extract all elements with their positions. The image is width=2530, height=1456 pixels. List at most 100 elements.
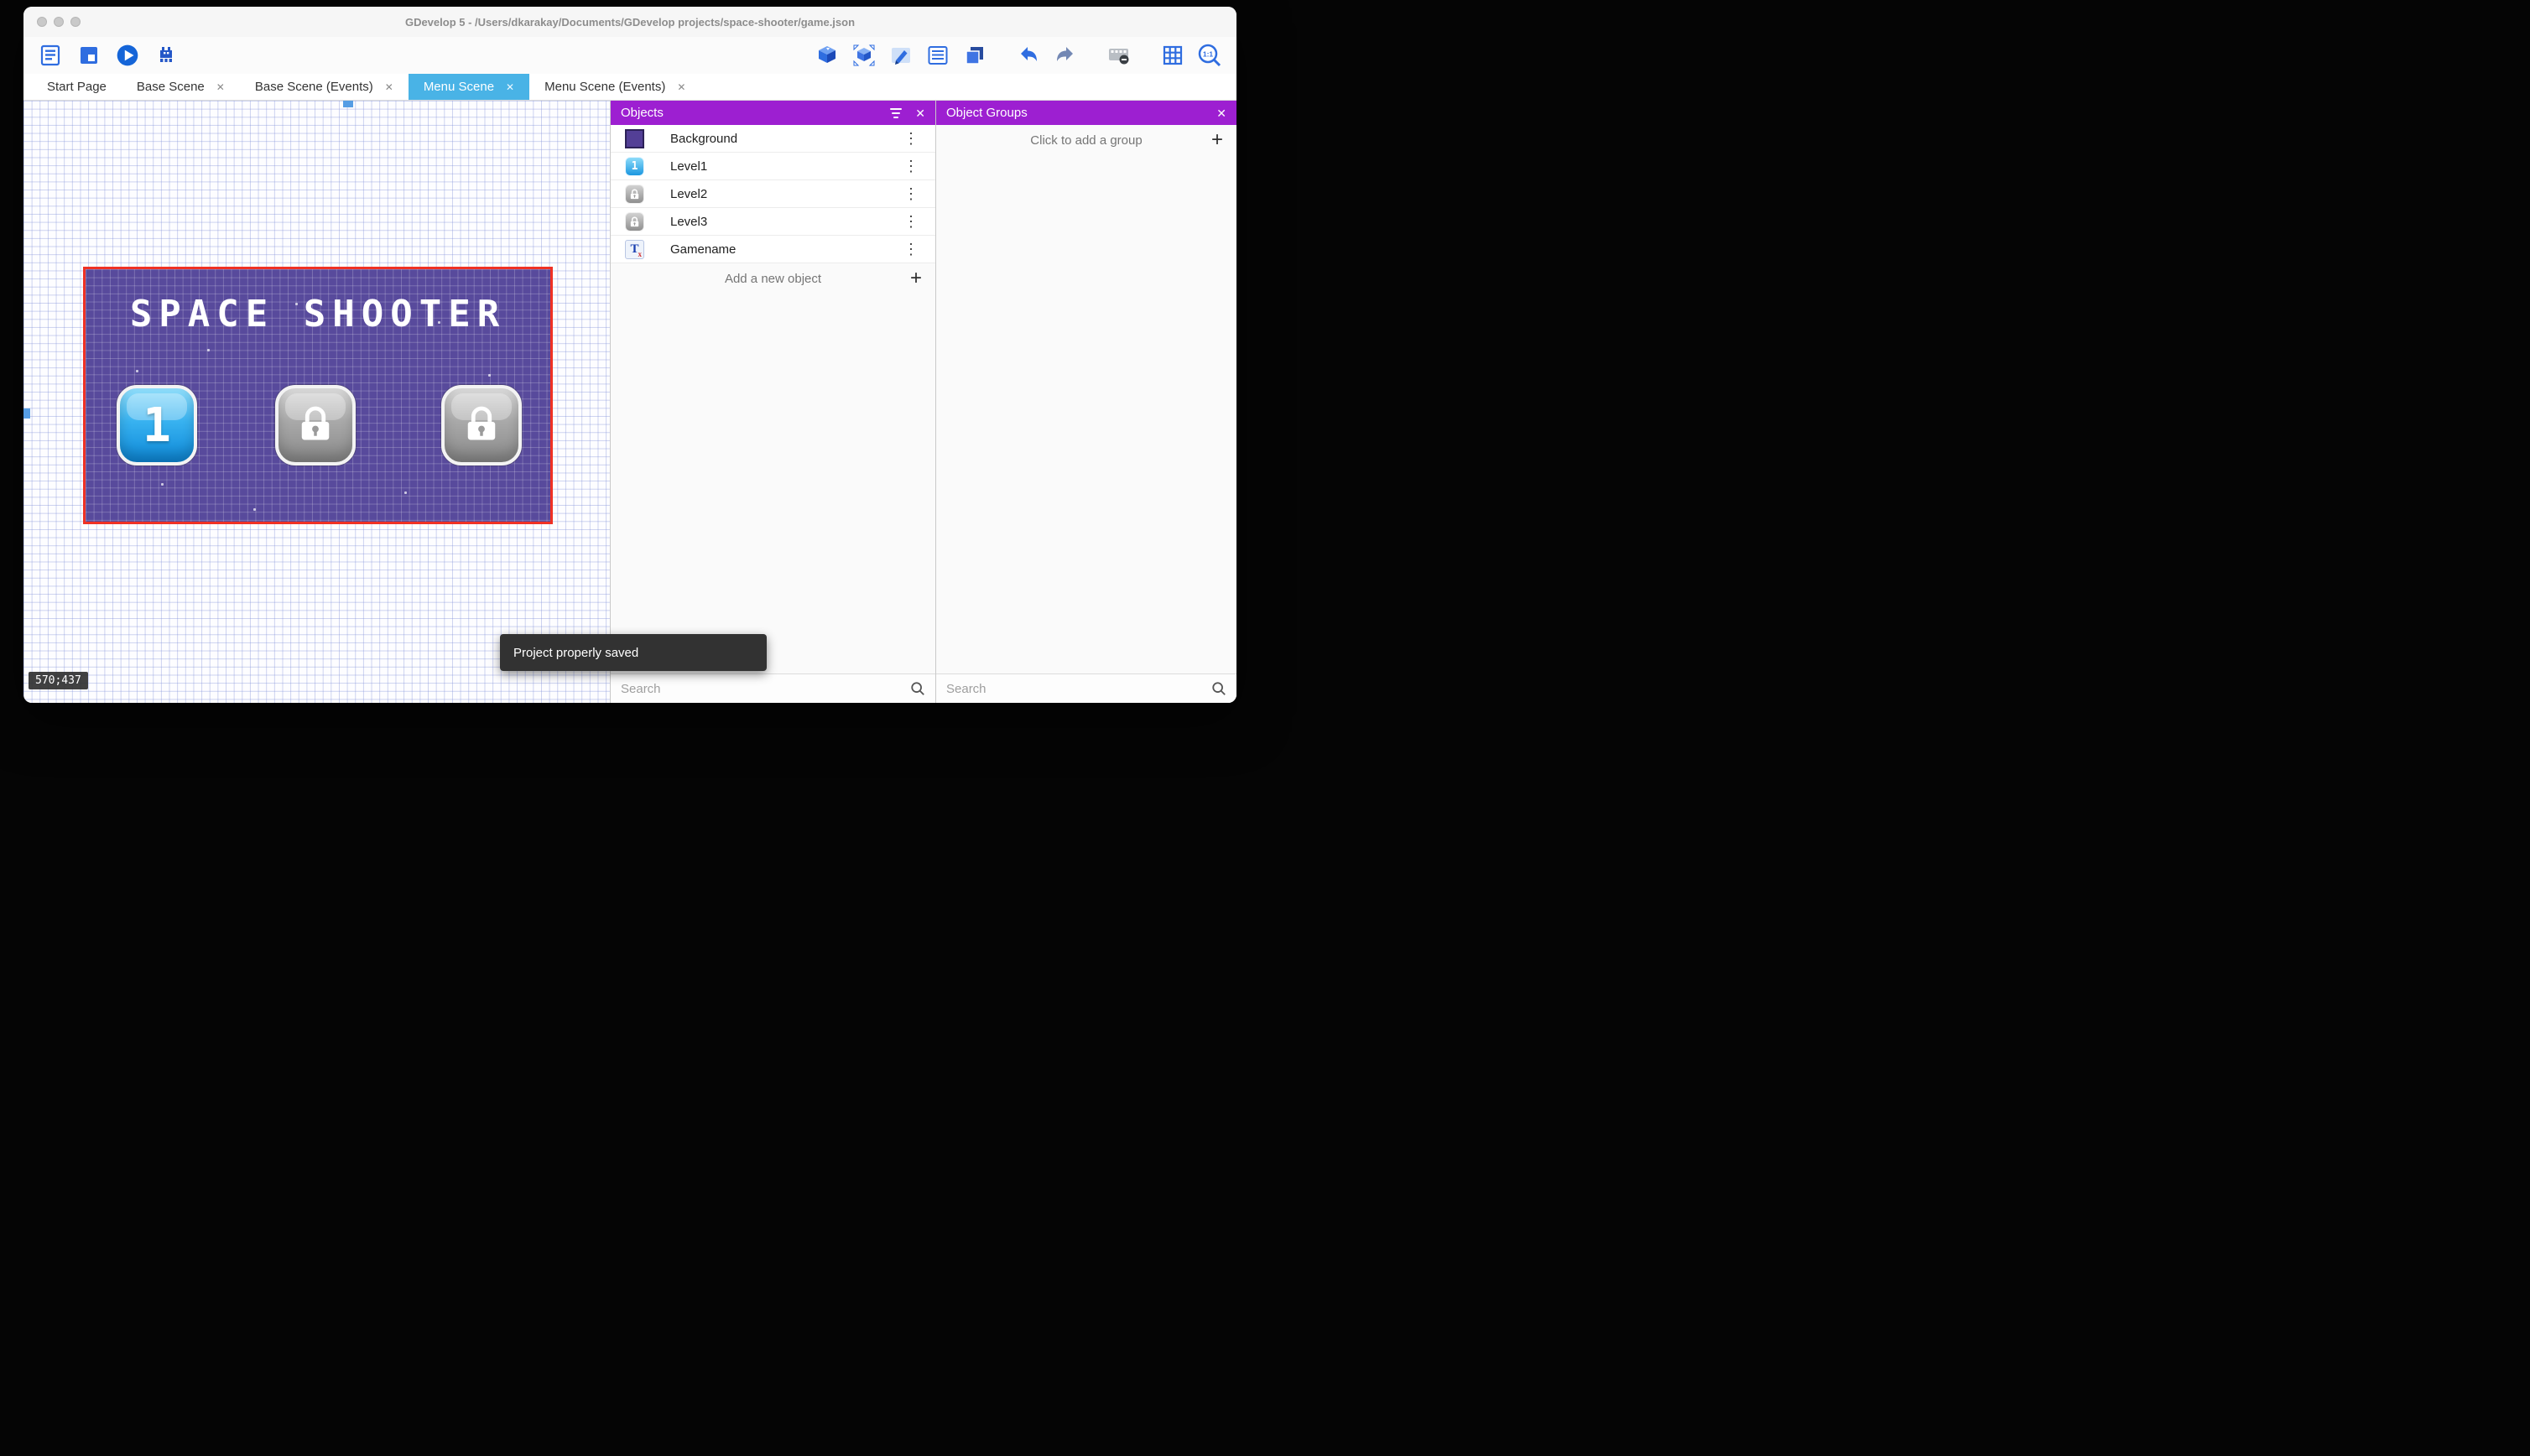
more-options-icon[interactable]: ⋮ [900, 185, 922, 203]
add-new-object-button[interactable]: Add a new object + [611, 263, 935, 294]
toast-message: Project properly saved [513, 645, 639, 660]
level1-object-icon: 1 [624, 156, 645, 177]
minimize-window-button[interactable] [54, 17, 64, 27]
tab-base-scene-events[interactable]: Base Scene (Events) ✕ [240, 74, 409, 100]
background-object-icon [624, 128, 645, 149]
scene-editor-canvas[interactable]: SPACE SHOOTER 1 570;437 [23, 101, 611, 703]
scroll-marker-left [23, 408, 30, 419]
object-name: Level2 [670, 186, 708, 201]
objects-cube-icon[interactable] [851, 42, 877, 69]
layers-copy-icon[interactable] [961, 42, 988, 69]
lock-icon [294, 402, 337, 450]
star-dot [488, 374, 491, 377]
search-icon [1211, 681, 1226, 696]
preview-play-icon[interactable] [114, 42, 141, 69]
debug-icon[interactable] [153, 42, 180, 69]
objects-panel-title: Objects [621, 106, 664, 120]
tab-close-icon[interactable]: ✕ [677, 81, 685, 93]
groups-search-input[interactable] [946, 681, 1211, 696]
more-options-icon[interactable]: ⋮ [900, 241, 922, 258]
level3-button-instance[interactable] [441, 385, 522, 465]
level1-button-instance[interactable]: 1 [117, 385, 197, 465]
window-controls [37, 7, 81, 37]
add-group-button[interactable]: Click to add a group + [936, 125, 1236, 155]
tab-base-scene[interactable]: Base Scene ✕ [122, 74, 240, 100]
star-dot [404, 491, 407, 494]
level2-button-instance[interactable] [275, 385, 356, 465]
filter-icon[interactable] [890, 107, 903, 118]
object-row-level3[interactable]: Level3 ⋮ [611, 208, 935, 236]
add-icon[interactable]: + [1211, 130, 1223, 150]
star-dot [207, 349, 210, 351]
object-row-gamename[interactable]: Tx Gamename ⋮ [611, 236, 935, 263]
toolbar-right-group: 1:1 [814, 42, 1223, 69]
instances-cube-icon[interactable] [814, 42, 841, 69]
groups-header-actions: ✕ [1216, 107, 1226, 119]
more-options-icon[interactable]: ⋮ [900, 158, 922, 175]
tab-label: Base Scene (Events) [254, 80, 373, 94]
tab-label: Menu Scene [423, 80, 495, 94]
objects-list: Background ⋮ 1 Level1 ⋮ Level2 ⋮ Level3 … [611, 125, 935, 673]
close-icon[interactable]: ✕ [915, 107, 925, 119]
object-row-background[interactable]: Background ⋮ [611, 125, 935, 153]
svg-text:1:1: 1:1 [1203, 50, 1214, 59]
zoom-1-1-icon[interactable]: 1:1 [1196, 42, 1223, 69]
project-manager-icon[interactable] [37, 42, 64, 69]
gamename-text-instance[interactable]: SPACE SHOOTER [86, 293, 550, 335]
groups-search-row [936, 673, 1236, 703]
more-options-icon[interactable]: ⋮ [900, 213, 922, 231]
object-name: Gamename [670, 242, 737, 257]
tab-menu-scene-events[interactable]: Menu Scene (Events) ✕ [529, 74, 700, 100]
gdevelop-window: GDevelop 5 - /Users/dkarakay/Documents/G… [23, 7, 1236, 703]
tab-start-page[interactable]: Start Page [32, 74, 122, 100]
level1-number: 1 [143, 398, 171, 453]
add-new-object-label: Add a new object [724, 271, 822, 286]
object-name: Background [670, 131, 738, 146]
main-area: SPACE SHOOTER 1 570;437 Objects ✕ Backgr… [23, 101, 1236, 703]
object-name: Level1 [670, 159, 708, 174]
events-list-icon[interactable] [924, 42, 951, 69]
objects-panel: Objects ✕ Background ⋮ 1 Level1 ⋮ Level2… [611, 101, 936, 703]
grid-icon[interactable] [1159, 42, 1186, 69]
new-window-icon[interactable] [75, 42, 102, 69]
tab-close-icon[interactable]: ✕ [216, 81, 225, 93]
tab-label: Base Scene [136, 80, 205, 94]
zoom-window-button[interactable] [70, 17, 81, 27]
tab-label: Menu Scene (Events) [544, 80, 666, 94]
scroll-marker-top [343, 101, 353, 107]
tab-close-icon[interactable]: ✕ [385, 81, 393, 93]
objects-search-row [611, 673, 935, 703]
undo-icon[interactable] [1015, 42, 1042, 69]
objects-search-input[interactable] [621, 681, 910, 696]
tab-close-icon[interactable]: ✕ [506, 81, 514, 93]
titlebar: GDevelop 5 - /Users/dkarakay/Documents/G… [23, 7, 1236, 37]
render-options-icon[interactable] [1106, 42, 1132, 69]
object-row-level1[interactable]: 1 Level1 ⋮ [611, 153, 935, 180]
object-groups-panel-title: Object Groups [946, 106, 1028, 120]
object-row-level2[interactable]: Level2 ⋮ [611, 180, 935, 208]
add-group-label: Click to add a group [1030, 133, 1143, 148]
window-title: GDevelop 5 - /Users/dkarakay/Documents/G… [404, 15, 856, 29]
save-toast: Project properly saved [500, 634, 767, 671]
lock-icon [460, 402, 503, 450]
cursor-coordinates: 570;437 [29, 672, 88, 689]
level3-lock-icon [624, 211, 645, 232]
objects-panel-header: Objects ✕ [611, 101, 935, 125]
object-name: Level3 [670, 214, 708, 229]
tab-menu-scene[interactable]: Menu Scene ✕ [408, 74, 530, 100]
search-icon [910, 681, 925, 696]
star-dot [161, 483, 164, 486]
star-dot [253, 508, 256, 511]
object-groups-list: Click to add a group + [936, 125, 1236, 673]
scene-background-instance[interactable]: SPACE SHOOTER 1 [83, 267, 553, 524]
redo-icon[interactable] [1052, 42, 1079, 69]
close-window-button[interactable] [37, 17, 47, 27]
tab-bar: Start Page Base Scene ✕ Base Scene (Even… [23, 74, 1236, 101]
level2-lock-icon [624, 184, 645, 205]
more-options-icon[interactable]: ⋮ [900, 130, 922, 148]
close-icon[interactable]: ✕ [1216, 107, 1226, 119]
object-groups-panel-header: Object Groups ✕ [936, 101, 1236, 125]
edit-pencil-icon[interactable] [888, 42, 914, 69]
text-object-icon: Tx [624, 239, 645, 260]
add-icon[interactable]: + [910, 268, 922, 289]
